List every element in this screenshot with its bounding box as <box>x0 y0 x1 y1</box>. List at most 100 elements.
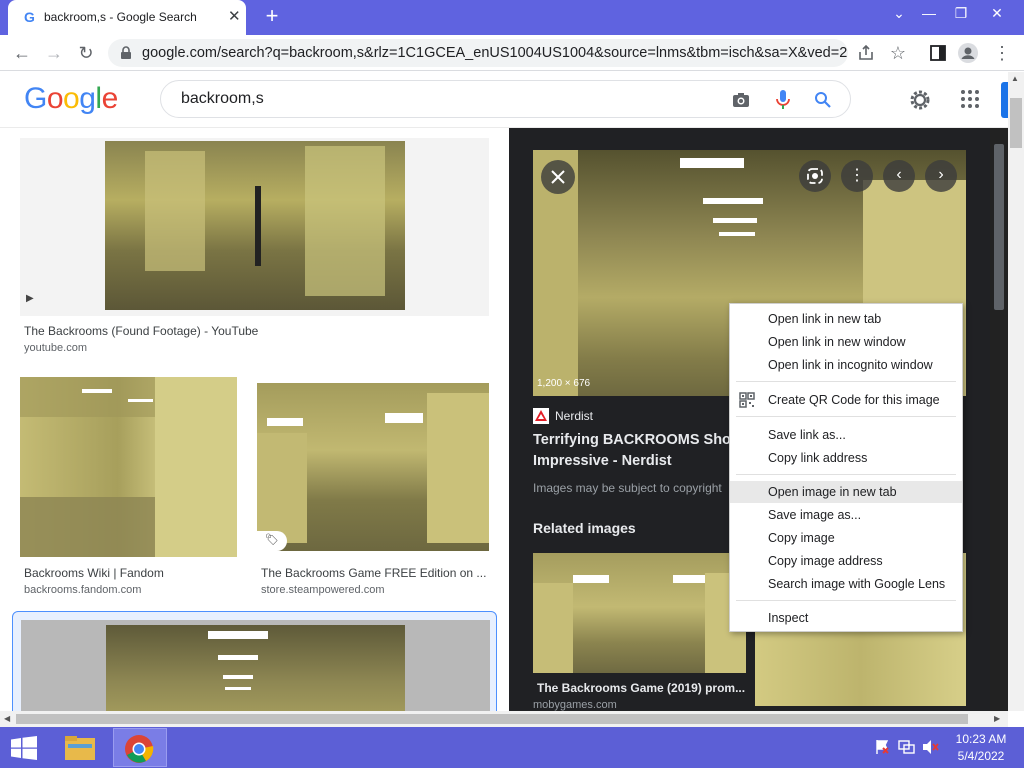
menu-item-create-qr-code[interactable]: Create QR Code for this image <box>730 389 962 411</box>
result-caption[interactable]: Backrooms Wiki | Fandom <box>24 566 164 580</box>
search-query: backroom,s <box>181 90 264 107</box>
ceiling-light <box>267 418 303 426</box>
horizontal-scroll-thumb[interactable] <box>16 714 968 724</box>
preview-title-line2[interactable]: Impressive - Nerdist <box>533 453 672 469</box>
result-thumbnail-frame[interactable]: ▶ <box>20 138 489 316</box>
selected-result-backdrop <box>21 620 490 711</box>
file-explorer-icon[interactable] <box>64 734 96 762</box>
ceiling-light <box>208 631 268 639</box>
preview-title-line1[interactable]: Terrifying BACKROOMS Shor <box>533 432 737 448</box>
url-text: google.com/search?q=backroom,s&rlz=1C1GC… <box>142 45 847 61</box>
camera-search-icon[interactable] <box>731 90 751 110</box>
close-window-button[interactable]: ✕ <box>982 2 1012 24</box>
previous-image-button[interactable]: ‹ <box>883 160 915 192</box>
volume-muted-icon[interactable] <box>922 739 940 755</box>
logo-letter: o <box>46 82 64 115</box>
minimize-button[interactable]: — <box>914 2 944 24</box>
search-icon[interactable] <box>813 90 833 110</box>
result-thumbnail[interactable]: 🏷 <box>257 383 489 551</box>
page-scrollbar[interactable]: ▲ <box>1008 72 1024 711</box>
ceiling-light <box>385 413 423 423</box>
menu-item-open-link-new-window[interactable]: Open link in new window <box>730 331 962 353</box>
menu-item-copy-image-address[interactable]: Copy image address <box>730 550 962 572</box>
sign-in-button[interactable] <box>1001 82 1008 118</box>
ceiling-light <box>673 575 705 583</box>
menu-item-open-link-incognito[interactable]: Open link in incognito window <box>730 354 962 376</box>
menu-item-copy-image[interactable]: Copy image <box>730 527 962 549</box>
bookmark-star-icon[interactable]: ☆ <box>886 41 910 65</box>
menu-item-open-image-new-tab[interactable]: Open image in new tab <box>730 481 962 503</box>
ceiling-light <box>82 389 112 393</box>
new-tab-button[interactable]: + <box>262 5 282 27</box>
menu-separator <box>736 416 956 417</box>
google-lens-button[interactable] <box>799 160 831 192</box>
result-thumbnail[interactable] <box>20 377 237 557</box>
menu-separator <box>736 381 956 382</box>
result-caption[interactable]: The Backrooms Game FREE Edition on ... <box>261 566 486 580</box>
tab-close-icon[interactable]: ✕ <box>228 9 241 24</box>
next-image-button[interactable]: › <box>925 160 957 192</box>
horizontal-scrollbar[interactable]: ◀ ▶ <box>0 711 1008 727</box>
related-caption[interactable]: The Backrooms Game (2019) prom... <box>537 681 745 695</box>
scroll-up-arrow-icon[interactable]: ▲ <box>1011 74 1019 83</box>
menu-separator <box>736 600 956 601</box>
clock-time[interactable]: 10:23 AM <box>946 732 1016 746</box>
price-tag-icon: 🏷 <box>265 534 279 546</box>
side-panel-icon[interactable] <box>926 41 950 65</box>
settings-gear-icon[interactable] <box>908 88 932 112</box>
source-name[interactable]: Nerdist <box>555 409 593 423</box>
selected-result-frame[interactable] <box>12 611 497 711</box>
reload-button[interactable]: ↻ <box>74 41 98 65</box>
image-results-grid: ▶ The Backrooms (Found Footage) - YouTub… <box>0 128 509 711</box>
restore-button[interactable]: ❐ <box>946 2 976 24</box>
close-preview-button[interactable] <box>541 160 575 194</box>
search-input[interactable]: backroom,s <box>160 80 851 118</box>
clock-date[interactable]: 5/4/2022 <box>946 749 1016 763</box>
google-favicon-icon: G <box>22 9 38 25</box>
menu-item-open-link-new-tab[interactable]: Open link in new tab <box>730 308 962 330</box>
browser-toolbar: ← → ↻ google.com/search?q=backroom,s&rlz… <box>0 35 1024 71</box>
result-thumbnail[interactable] <box>106 625 405 711</box>
result-site: backrooms.fandom.com <box>24 584 142 596</box>
windows-start-icon[interactable] <box>10 736 38 760</box>
microphone-icon[interactable] <box>773 89 793 111</box>
google-logo[interactable]: Google <box>24 82 118 116</box>
result-site: store.steampowered.com <box>261 584 385 596</box>
menu-separator <box>736 474 956 475</box>
result-caption[interactable]: The Backrooms (Found Footage) - YouTube <box>24 324 258 338</box>
tab-search-icon[interactable]: ⌄ <box>884 2 914 24</box>
menu-item-search-google-lens[interactable]: Search image with Google Lens <box>730 573 962 595</box>
related-thumbnail[interactable] <box>533 553 746 673</box>
wall-panel <box>155 377 237 557</box>
result-thumbnail[interactable] <box>105 141 405 310</box>
menu-item-save-image-as[interactable]: Save image as... <box>730 504 962 526</box>
action-center-flag-icon[interactable] <box>874 739 890 755</box>
apps-grid-icon[interactable] <box>960 89 980 109</box>
ceiling-light <box>573 575 609 583</box>
panel-scroll-thumb[interactable] <box>994 144 1004 310</box>
browser-tab[interactable]: G backroom,s - Google Search ✕ <box>8 0 246 35</box>
copyright-notice[interactable]: Images may be subject to copyright <box>533 481 722 495</box>
forward-button[interactable]: → <box>42 41 66 65</box>
related-site: mobygames.com <box>533 699 617 711</box>
logo-letter: g <box>79 82 96 115</box>
address-bar[interactable]: google.com/search?q=backroom,s&rlz=1C1GC… <box>108 39 848 67</box>
share-icon[interactable] <box>854 41 878 65</box>
network-icon[interactable] <box>898 739 916 755</box>
scroll-right-arrow-icon[interactable]: ▶ <box>994 714 1000 723</box>
more-options-icon[interactable]: ⋮ <box>841 160 873 192</box>
profile-avatar-icon[interactable] <box>956 41 980 65</box>
panel-scrollbar[interactable] <box>990 128 1008 711</box>
tab-title: backroom,s - Google Search <box>44 10 197 24</box>
scroll-left-arrow-icon[interactable]: ◀ <box>4 714 10 723</box>
back-button[interactable]: ← <box>10 41 34 65</box>
menu-item-inspect[interactable]: Inspect <box>730 607 962 629</box>
browser-menu-icon[interactable]: ⋮ <box>990 41 1014 65</box>
menu-item-save-link-as[interactable]: Save link as... <box>730 424 962 446</box>
chrome-taskbar-button[interactable] <box>113 728 167 767</box>
page-scroll-thumb[interactable] <box>1010 98 1022 148</box>
logo-letter: o <box>63 82 80 115</box>
wall-panel <box>145 151 205 271</box>
ceiling-light <box>680 158 744 168</box>
menu-item-copy-link-address[interactable]: Copy link address <box>730 447 962 469</box>
